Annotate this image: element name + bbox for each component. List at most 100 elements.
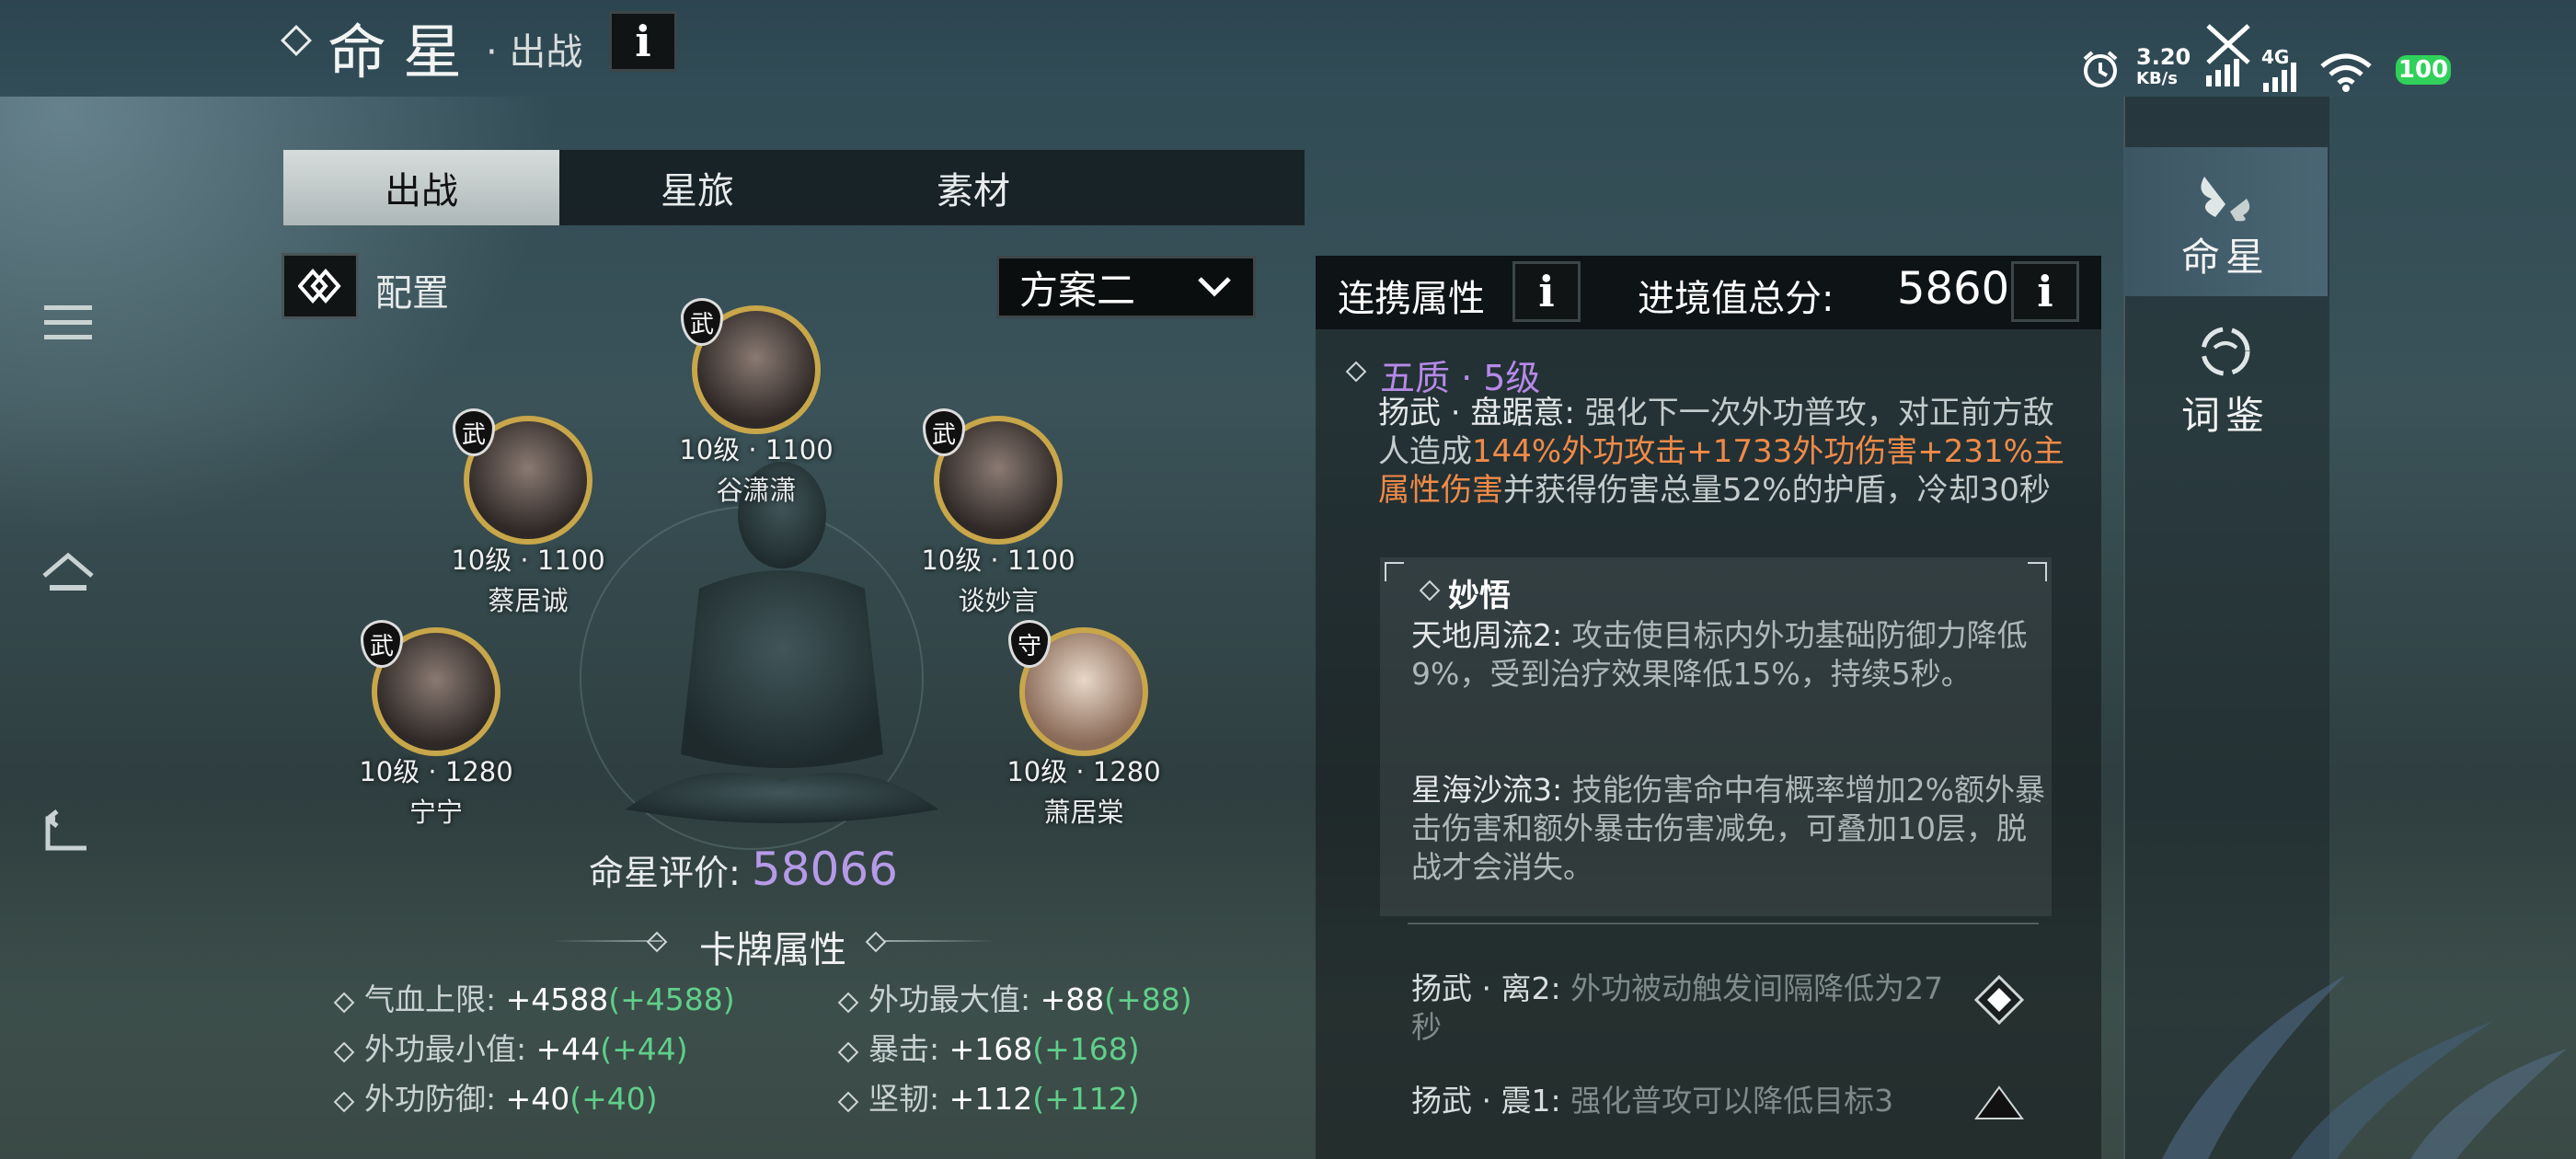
butterfly-icon — [2201, 177, 2250, 222]
character-card[interactable]: 武 10级 · 1100 蔡居诚 — [418, 408, 638, 618]
linked-attr-info-button[interactable]: i — [1512, 261, 1581, 322]
config-button[interactable] — [282, 253, 359, 319]
character-portrait: 武 — [923, 408, 1063, 545]
diamond-icon — [333, 1091, 355, 1113]
nav-label: 命星 — [2180, 235, 2270, 280]
score-label: 进境值总分: — [1638, 278, 1834, 320]
role-badge: 武 — [923, 408, 965, 456]
character-portrait: 武 — [681, 298, 821, 434]
character-name: 谈妙言 — [958, 585, 1039, 616]
sub-skill-name: 扬武 · 离2: — [1411, 970, 1561, 1006]
signal-disabled-icon — [2206, 24, 2250, 86]
skill-text: 并获得伤害总量52%的护盾，冷却30秒 — [1503, 472, 2051, 509]
diamond-icon — [837, 992, 859, 1014]
character-level: 10级 · 1100 — [921, 545, 1075, 576]
attr-bonus: (+112) — [1032, 1081, 1140, 1117]
triangle-icon[interactable] — [1974, 1082, 2024, 1131]
character-name: 萧居棠 — [1043, 797, 1124, 828]
role-badge: 武 — [453, 408, 495, 456]
attr-value: +112 — [949, 1081, 1033, 1117]
role-badge: 武 — [361, 620, 403, 668]
linked-attr-label: 连携属性 — [1338, 278, 1485, 320]
character-portrait: 武 — [361, 620, 500, 756]
home-icon[interactable] — [40, 548, 96, 603]
attr-row: 外功最大值: +88(+88) — [837, 975, 1192, 1019]
character-level: 10级 · 1280 — [359, 756, 513, 787]
scheme-dropdown[interactable]: 方案二 — [996, 256, 1256, 318]
attr-row: 暴击: +168(+168) — [837, 1025, 1140, 1069]
score-info-button[interactable]: i — [2011, 261, 2079, 322]
corner-ornament-icon — [1385, 562, 1404, 581]
diamond-icon — [837, 1041, 859, 1063]
page-title: 命星 — [328, 19, 478, 87]
net-speed-value: 3.20 — [2136, 44, 2191, 70]
character-portrait: 武 — [453, 408, 592, 545]
tab-bar: 出战 星旅 素材 — [283, 150, 1305, 225]
role-badge: 武 — [681, 298, 723, 346]
attr-value: +40 — [505, 1081, 570, 1117]
insight-title: 妙悟 — [1448, 578, 1511, 614]
alarm-icon — [2083, 51, 2118, 87]
tab-deploy[interactable]: 出战 — [283, 150, 559, 225]
character-card[interactable]: 武 10级 · 1100 谷潇潇 — [646, 298, 867, 508]
diamond-icon — [837, 1091, 859, 1113]
nav-item-glossary[interactable]: 词鉴 — [2123, 313, 2328, 462]
attr-row: 坚韧: +112(+112) — [837, 1074, 1140, 1119]
diamond-icon[interactable] — [1974, 975, 2024, 1025]
skill-name: 扬武 · 盘踞意: — [1378, 395, 1575, 431]
score-value: 5860 — [1897, 263, 2010, 315]
attr-row: 气血上限: +4588(+4588) — [333, 975, 735, 1019]
character-name: 宁宁 — [408, 797, 463, 828]
quality-level: 五质 · 5级 — [1380, 358, 1541, 398]
character-level: 10级 · 1100 — [679, 434, 834, 465]
character-level: 10级 · 1100 — [451, 545, 605, 576]
chevron-down-icon — [1198, 277, 1231, 297]
divider — [885, 940, 995, 942]
tab-star-journey[interactable]: 星旅 — [559, 150, 835, 225]
attr-name: 气血上限: — [364, 981, 497, 1017]
config-label: 配置 — [375, 272, 449, 315]
attr-name: 暴击: — [868, 1031, 940, 1067]
skill-description: 扬武 · 盘踞意: 强化下一次外功普攻，对正前方敌人造成144%外功攻击+173… — [1378, 394, 2070, 510]
sub-skill: 扬武 · 离2: 外功被动触发间隔降低为27秒 — [1411, 970, 1954, 1047]
attr-row: 外功防御: +40(+40) — [333, 1074, 658, 1119]
insight-name: 星海沙流3: — [1411, 772, 1563, 808]
battery-indicator: 100 — [2396, 55, 2451, 85]
attr-bonus: (+168) — [1032, 1031, 1140, 1067]
character-name: 谷潇潇 — [716, 475, 797, 506]
insight-item: 星海沙流3: 技能伤害命中有概率增加2%额外暴击伤害和额外暴击伤害减免，可叠加1… — [1411, 771, 2046, 887]
page-subtitle: · 出战 — [486, 31, 583, 74]
rating-label: 命星评价: — [589, 853, 741, 893]
character-name: 蔡居诚 — [488, 585, 569, 616]
nav-item-fate-star[interactable]: 命星 — [2123, 147, 2328, 296]
diamond-icon — [333, 992, 355, 1014]
attr-name: 外功最小值: — [364, 1031, 527, 1067]
attr-name: 外功最大值: — [868, 981, 1031, 1017]
sub-skill: 扬武 · 震1: 强化普攻可以降低目标3 — [1411, 1082, 1954, 1120]
title-info-button[interactable]: i — [609, 11, 677, 72]
back-icon[interactable] — [40, 806, 96, 861]
wifi-icon — [2320, 53, 2372, 92]
character-card[interactable]: 武 10级 · 1100 谈妙言 — [888, 408, 1109, 618]
signal-icon — [2263, 63, 2296, 92]
divider — [1408, 923, 2039, 924]
insight-name: 天地周流2: — [1411, 617, 1563, 653]
scheme-selected-value: 方案二 — [1019, 267, 1136, 313]
attr-bonus: (+40) — [569, 1081, 658, 1117]
insight-item: 天地周流2: 攻击使目标内外功基础防御力降低9%，受到治疗效果降低15%，持续5… — [1411, 616, 2046, 694]
attr-bonus: (+88) — [1104, 981, 1192, 1017]
bamboo-leaves — [2162, 975, 2567, 1159]
net-speed: 3.20 KB/s — [2136, 46, 2191, 90]
net-speed-unit: KB/s — [2136, 69, 2178, 88]
tab-materials[interactable]: 素材 — [835, 150, 1111, 225]
menu-icon[interactable] — [40, 294, 96, 350]
character-card[interactable]: 武 10级 · 1280 宁宁 — [326, 620, 546, 830]
character-card[interactable]: 守 10级 · 1280 萧居棠 — [973, 620, 1194, 830]
character-level: 10级 · 1280 — [1006, 756, 1161, 787]
attr-value: +44 — [535, 1031, 601, 1067]
nav-label: 词鉴 — [2180, 393, 2270, 438]
attr-row: 外功最小值: +44(+44) — [333, 1025, 688, 1069]
card-attributes-title: 卡牌属性 — [699, 929, 846, 971]
attr-bonus: (+44) — [600, 1031, 688, 1067]
swirl-icon — [2201, 327, 2250, 376]
